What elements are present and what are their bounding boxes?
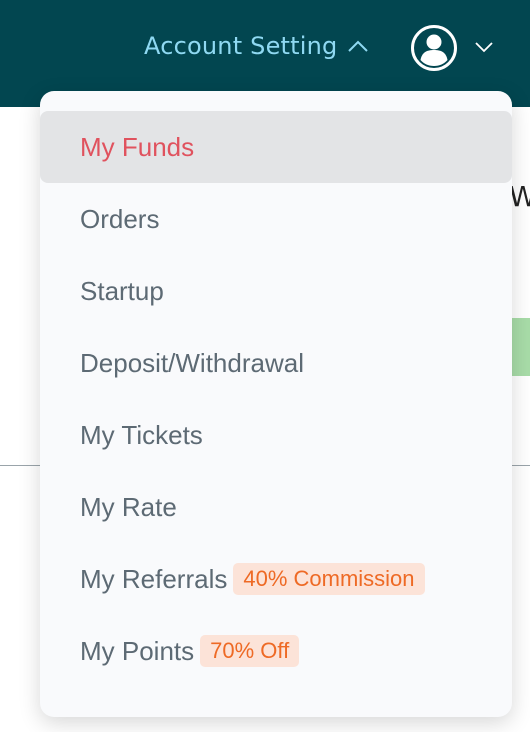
account-setting-menu-toggle[interactable]: Account Setting (144, 28, 369, 64)
account-setting-label: Account Setting (144, 32, 338, 60)
discount-badge: 70% Off (200, 635, 300, 667)
menu-item-label: My Rate (80, 491, 177, 522)
account-dropdown-menu: My Funds Orders Startup Deposit/Withdraw… (40, 91, 512, 717)
background-partial-text: W (509, 180, 530, 213)
menu-item-startup[interactable]: Startup (40, 255, 512, 327)
menu-item-my-referrals[interactable]: My Referrals 40% Commission (40, 543, 512, 615)
background-green-button-edge (510, 318, 530, 376)
user-avatar-icon[interactable] (410, 24, 458, 72)
menu-item-orders[interactable]: Orders (40, 183, 512, 255)
menu-item-my-tickets[interactable]: My Tickets (40, 399, 512, 471)
chevron-down-icon[interactable] (474, 41, 494, 53)
menu-item-my-funds[interactable]: My Funds (40, 111, 512, 183)
menu-item-my-points[interactable]: My Points 70% Off (40, 615, 512, 687)
menu-item-label: My Points (80, 635, 195, 666)
commission-badge: 40% Commission (233, 563, 425, 595)
menu-item-my-rate[interactable]: My Rate (40, 471, 512, 543)
menu-item-label: My Tickets (80, 419, 203, 450)
chevron-up-icon (348, 40, 369, 52)
menu-item-label: Deposit/Withdrawal (80, 347, 304, 378)
menu-item-label: Startup (80, 275, 164, 306)
menu-item-label: My Referrals (80, 563, 228, 594)
menu-item-label: My Funds (80, 131, 195, 162)
menu-item-label: Orders (80, 203, 160, 234)
menu-item-deposit-withdrawal[interactable]: Deposit/Withdrawal (40, 327, 512, 399)
